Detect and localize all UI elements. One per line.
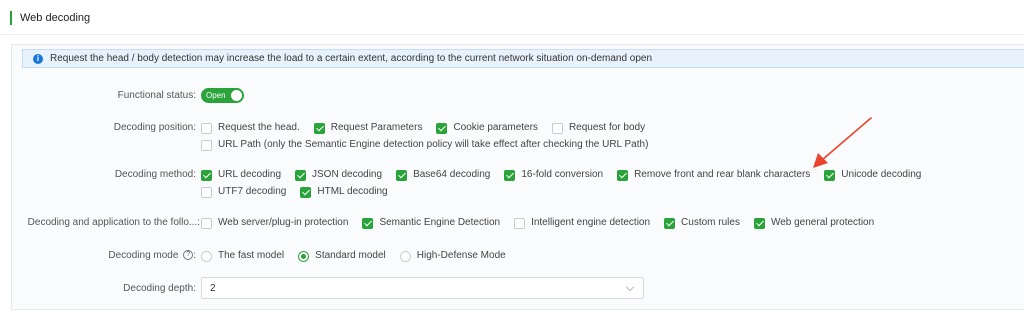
decoding-method-row1: URL decoding JSON decoding Base64 decodi… xyxy=(201,168,935,182)
checkbox-label: Remove front and rear blank characters xyxy=(634,169,811,180)
checkbox-label: URL decoding xyxy=(218,169,282,180)
checkbox-remove-blank-characters[interactable]: Remove front and rear blank characters xyxy=(617,168,810,182)
checkbox-box xyxy=(201,169,212,181)
checkbox-box xyxy=(201,139,212,151)
functional-status-row: Open xyxy=(201,88,244,103)
decoding-method-label: Decoding method: xyxy=(114,169,196,180)
checkbox-label: URL Path (only the Semantic Engine detec… xyxy=(218,139,649,150)
checkbox-box xyxy=(313,122,325,134)
checkbox-request-body[interactable]: Request for body xyxy=(551,121,646,135)
checkbox-label: Request Parameters xyxy=(330,122,423,133)
info-icon: i xyxy=(33,53,43,64)
checkbox-label: Custom rules xyxy=(681,217,740,228)
checkbox-box xyxy=(201,186,212,198)
checkbox-box xyxy=(551,122,563,134)
functional-status-label: Functional status: xyxy=(117,90,196,101)
decoding-depth-value: 2 xyxy=(210,282,216,294)
checkbox-request-head[interactable]: Request the head. xyxy=(201,121,300,135)
decoding-mode-label: Decoding mode xyxy=(108,250,179,261)
checkbox-box xyxy=(362,217,374,229)
checkbox-box xyxy=(753,217,765,229)
checkbox-label: 16-fold conversion xyxy=(521,169,604,180)
decoding-position-row2: URL Path (only the Semantic Engine detec… xyxy=(201,138,662,152)
decoding-position-row1: Request the head. Request Parameters Coo… xyxy=(201,121,659,135)
checkbox-label: HTML decoding xyxy=(317,186,388,197)
checkbox-box xyxy=(295,169,307,181)
checkbox-label: Intelligent engine detection xyxy=(531,217,651,228)
decoding-mode-label-group: Decoding mode ?: xyxy=(108,249,196,263)
checkbox-semantic-engine[interactable]: Semantic Engine Detection xyxy=(362,216,500,230)
checkbox-box xyxy=(514,217,526,229)
checkbox-unicode-decoding[interactable]: Unicode decoding xyxy=(824,168,921,182)
radio-fast-model[interactable]: The fast model xyxy=(201,249,284,263)
checkbox-box xyxy=(300,186,312,198)
toggle-text: Open xyxy=(206,90,226,100)
functional-status-toggle[interactable]: Open xyxy=(201,88,244,103)
checkbox-label: Cookie parameters xyxy=(453,122,538,133)
checkbox-label: UTF7 decoding xyxy=(218,186,287,197)
radio-label: High-Defense Mode xyxy=(416,250,506,261)
info-text: Request the head / body detection may in… xyxy=(50,53,653,64)
checkbox-label: Unicode decoding xyxy=(841,169,922,180)
decoding-depth-label: Decoding depth: xyxy=(123,283,196,294)
checkbox-base64-decoding[interactable]: Base64 decoding xyxy=(396,168,490,182)
radio-circle xyxy=(201,250,212,262)
checkbox-label: Web general protection xyxy=(770,217,875,228)
checkbox-box xyxy=(436,122,448,134)
checkbox-web-server-plugin[interactable]: Web server/plug-in protection xyxy=(201,216,348,230)
radio-label: Standard model xyxy=(315,250,386,261)
checkbox-utf7-decoding[interactable]: UTF7 decoding xyxy=(201,185,286,199)
header-divider xyxy=(0,34,1024,35)
checkbox-label: Base64 decoding xyxy=(413,169,491,180)
checkbox-url-path[interactable]: URL Path (only the Semantic Engine detec… xyxy=(201,138,648,152)
checkbox-cookie-parameters[interactable]: Cookie parameters xyxy=(436,121,538,135)
checkbox-box xyxy=(396,169,408,181)
info-banner: i Request the head / body detection may … xyxy=(22,49,1024,68)
checkbox-label: Web server/plug-in protection xyxy=(218,217,349,228)
radio-circle xyxy=(298,250,310,262)
section-title: Web decoding xyxy=(10,11,90,25)
decoding-position-label: Decoding position: xyxy=(113,122,196,133)
checkbox-label: JSON decoding xyxy=(312,169,383,180)
checkbox-intelligent-engine[interactable]: Intelligent engine detection xyxy=(514,216,650,230)
checkbox-request-parameters[interactable]: Request Parameters xyxy=(313,121,423,135)
chevron-down-icon xyxy=(625,282,635,291)
label-colon: : xyxy=(193,250,196,261)
checkbox-custom-rules[interactable]: Custom rules xyxy=(664,216,740,230)
checkbox-box xyxy=(664,217,676,229)
toggle-knob xyxy=(231,90,242,101)
decoding-depth-select[interactable]: 2 xyxy=(201,277,644,299)
radio-high-defense-mode[interactable]: High-Defense Mode xyxy=(399,249,506,263)
checkbox-label: Semantic Engine Detection xyxy=(379,217,501,228)
decoding-application-row: Web server/plug-in protection Semantic E… xyxy=(201,216,888,230)
help-icon[interactable]: ? xyxy=(183,250,194,261)
checkbox-box xyxy=(201,217,212,229)
decoding-mode-row: The fast model Standard model High-Defen… xyxy=(201,249,520,263)
decoding-method-row2: UTF7 decoding HTML decoding xyxy=(201,185,402,199)
checkbox-label: Request for body xyxy=(568,122,646,133)
radio-standard-model[interactable]: Standard model xyxy=(298,249,386,263)
checkbox-html-decoding[interactable]: HTML decoding xyxy=(300,185,388,199)
checkbox-box xyxy=(617,169,629,181)
checkbox-box xyxy=(201,122,212,134)
radio-circle xyxy=(399,250,411,262)
checkbox-label: Request the head. xyxy=(218,122,300,133)
decoding-application-label: Decoding and application to the follo...… xyxy=(27,217,200,228)
checkbox-json-decoding[interactable]: JSON decoding xyxy=(295,168,382,182)
checkbox-box xyxy=(824,169,836,181)
checkbox-url-decoding[interactable]: URL decoding xyxy=(201,168,281,182)
checkbox-box xyxy=(504,169,516,181)
radio-label: The fast model xyxy=(218,250,285,261)
checkbox-16-fold-conversion[interactable]: 16-fold conversion xyxy=(504,168,603,182)
checkbox-web-general-protection[interactable]: Web general protection xyxy=(753,216,875,230)
